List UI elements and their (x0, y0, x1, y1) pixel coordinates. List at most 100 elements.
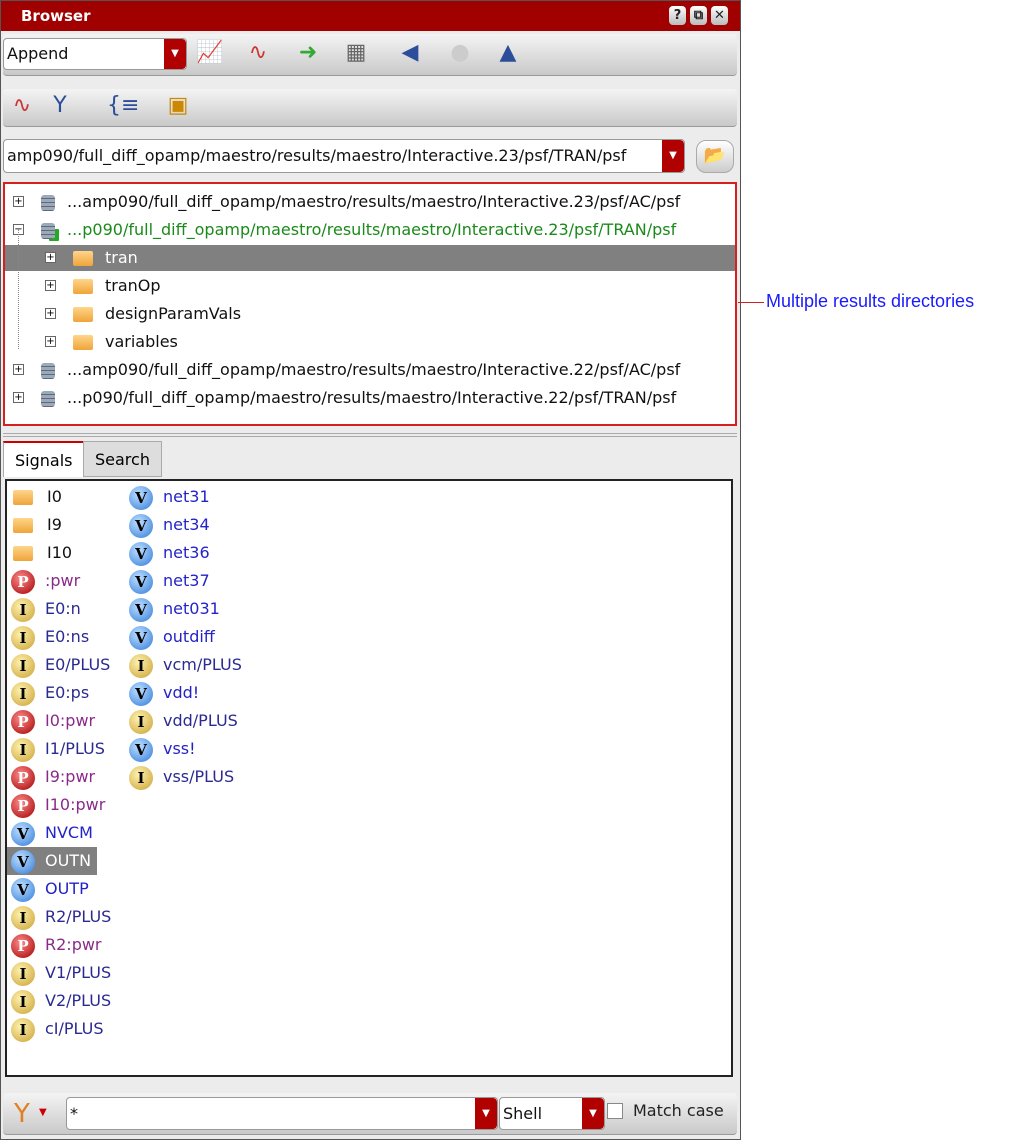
signal-item[interactable]: P:pwr (7, 567, 86, 595)
signal-item[interactable]: Ivdd/PLUS (125, 707, 244, 735)
export-table-icon[interactable]: ➜ (293, 40, 323, 65)
signal-item[interactable]: Vnet031 (125, 595, 226, 623)
signal-item[interactable]: V OUTP (7, 875, 95, 903)
tree-item[interactable]: ...p090/full_diff_opamp/maestro/results/… (41, 385, 676, 411)
expand-toggle[interactable]: + (45, 252, 56, 263)
tab-signals[interactable]: Signals (3, 441, 85, 477)
signal-item[interactable]: I E0/PLUS (7, 651, 116, 679)
signal-label: I10 (47, 543, 73, 562)
current-icon: I (129, 765, 153, 790)
calculator-icon[interactable]: ▦ (341, 40, 371, 65)
forward-icon[interactable]: ● (445, 40, 475, 65)
signal-item[interactable]: I V2/PLUS (7, 987, 117, 1015)
annotation-line (738, 302, 764, 303)
voltage-icon: V (11, 849, 35, 874)
signal-item[interactable]: Ivcm/PLUS (125, 651, 248, 679)
voltage-icon: V (129, 625, 153, 650)
tree-item[interactable]: tran (73, 245, 138, 271)
select-icon[interactable]: ▣ (163, 93, 193, 118)
signal-item[interactable]: Vvss! (125, 735, 202, 763)
database-icon (41, 194, 55, 211)
secondary-toolbar: ∿ Y {≡ ▣ (3, 89, 737, 127)
tree-item[interactable]: ...amp090/full_diff_opamp/maestro/result… (41, 189, 680, 215)
signal-item[interactable]: I9 (7, 511, 68, 539)
signal-label: I9 (47, 515, 62, 534)
back-icon[interactable]: ◀ (395, 40, 425, 65)
waveform-split-icon[interactable]: ∿ (243, 40, 273, 65)
current-icon: I (11, 597, 35, 622)
filter-bar: Y ▼ * ▼ Shell ▼ Match case (3, 1093, 737, 1135)
voltage-icon: V (129, 513, 153, 538)
signal-item[interactable]: P R2:pwr (7, 931, 108, 959)
signal-item[interactable]: I I1/PLUS (7, 735, 111, 763)
voltage-icon: V (11, 821, 35, 846)
plot-mode-select[interactable]: Append ▼ (3, 38, 187, 70)
expand-toggle[interactable]: + (13, 196, 24, 207)
signal-label: E0:n (45, 599, 81, 618)
signal-item[interactable]: V NVCM (7, 819, 99, 847)
signal-item[interactable]: Vnet34 (125, 511, 216, 539)
close-button[interactable]: ✕ (711, 6, 728, 25)
signal-item[interactable]: I0 (7, 483, 68, 511)
restore-button[interactable]: ⧉ (690, 6, 707, 25)
signal-item[interactable]: Vnet31 (125, 483, 216, 511)
folder-icon (13, 546, 33, 561)
filter-dropdown-icon[interactable]: ▼ (39, 1107, 47, 1118)
browser-window: Browser ? ⧉ ✕ Append ▼ 📈 ∿ ➜ ▦ ◀ ● ▲ ∿ Y … (0, 0, 741, 1140)
signal-item[interactable]: P I9:pwr (7, 763, 101, 791)
signal-item[interactable]: I E0:ps (7, 679, 95, 707)
browse-folder-icon[interactable]: 📂 (696, 140, 734, 173)
branch-icon[interactable]: Y (45, 93, 75, 118)
expand-toggle[interactable]: + (45, 280, 56, 291)
signal-item[interactable]: I E0:n (7, 595, 87, 623)
tree-item-label: ...p090/full_diff_opamp/maestro/results/… (67, 388, 677, 407)
match-case-checkbox[interactable] (607, 1103, 623, 1119)
tab-search[interactable]: Search (83, 441, 162, 477)
expand-toggle[interactable]: + (13, 392, 24, 403)
signal-label: vcm/PLUS (163, 655, 242, 674)
signal-item[interactable]: I R2/PLUS (7, 903, 117, 931)
signal-label: I0:pwr (45, 711, 96, 730)
expand-toggle[interactable]: + (45, 336, 56, 347)
signal-item[interactable]: Vnet36 (125, 539, 216, 567)
voltage-icon: V (129, 485, 153, 510)
signal-item[interactable]: Ivss/PLUS (125, 763, 240, 791)
tree-item[interactable]: variables (73, 329, 178, 355)
signal-item[interactable]: V OUTN (7, 847, 98, 875)
expand-toggle[interactable]: + (13, 364, 24, 375)
signal-item[interactable]: Vvdd! (125, 679, 205, 707)
signal-label: I10:pwr (45, 795, 106, 814)
current-icon: I (11, 961, 35, 986)
signal-label: :pwr (45, 571, 81, 590)
database-icon (41, 390, 55, 407)
up-icon[interactable]: ▲ (493, 40, 523, 65)
help-button[interactable]: ? (669, 6, 686, 25)
expression-icon[interactable]: {≡ (107, 93, 139, 118)
filter-type-select[interactable]: Shell ▼ (499, 1097, 605, 1130)
plot-icon[interactable]: 📈 (195, 40, 225, 65)
tree-item[interactable]: designParamVals (73, 301, 241, 327)
current-icon: I (11, 625, 35, 650)
signal-label: net36 (163, 543, 210, 562)
signal-item[interactable]: Voutdiff (125, 623, 221, 651)
filter-icon[interactable]: Y (7, 1099, 37, 1129)
splitter[interactable] (3, 433, 737, 437)
tree-item-label: ...p090/full_diff_opamp/maestro/results/… (67, 220, 677, 239)
expand-toggle[interactable]: + (45, 308, 56, 319)
filter-input[interactable]: * ▼ (66, 1097, 498, 1130)
signal-item[interactable]: Vnet37 (125, 567, 216, 595)
signal-item[interactable]: IcI/PLUS (7, 1015, 110, 1043)
tree-guide-line (18, 229, 19, 349)
waveform-icon[interactable]: ∿ (7, 93, 37, 118)
signal-item[interactable]: I E0:ns (7, 623, 95, 651)
signal-item[interactable]: P I0:pwr (7, 707, 101, 735)
signal-item[interactable]: P I10:pwr (7, 791, 111, 819)
results-path-select[interactable]: amp090/full_diff_opamp/maestro/results/m… (3, 139, 685, 173)
tree-item[interactable]: ...p090/full_diff_opamp/maestro/results/… (41, 217, 676, 243)
tree-item[interactable]: tranOp (73, 273, 161, 299)
signal-item[interactable]: I V1/PLUS (7, 959, 117, 987)
signal-label: E0:ns (45, 627, 90, 646)
folder-icon (73, 307, 93, 322)
tree-item[interactable]: ...amp090/full_diff_opamp/maestro/result… (41, 357, 680, 383)
signal-item[interactable]: I10 (7, 539, 78, 567)
